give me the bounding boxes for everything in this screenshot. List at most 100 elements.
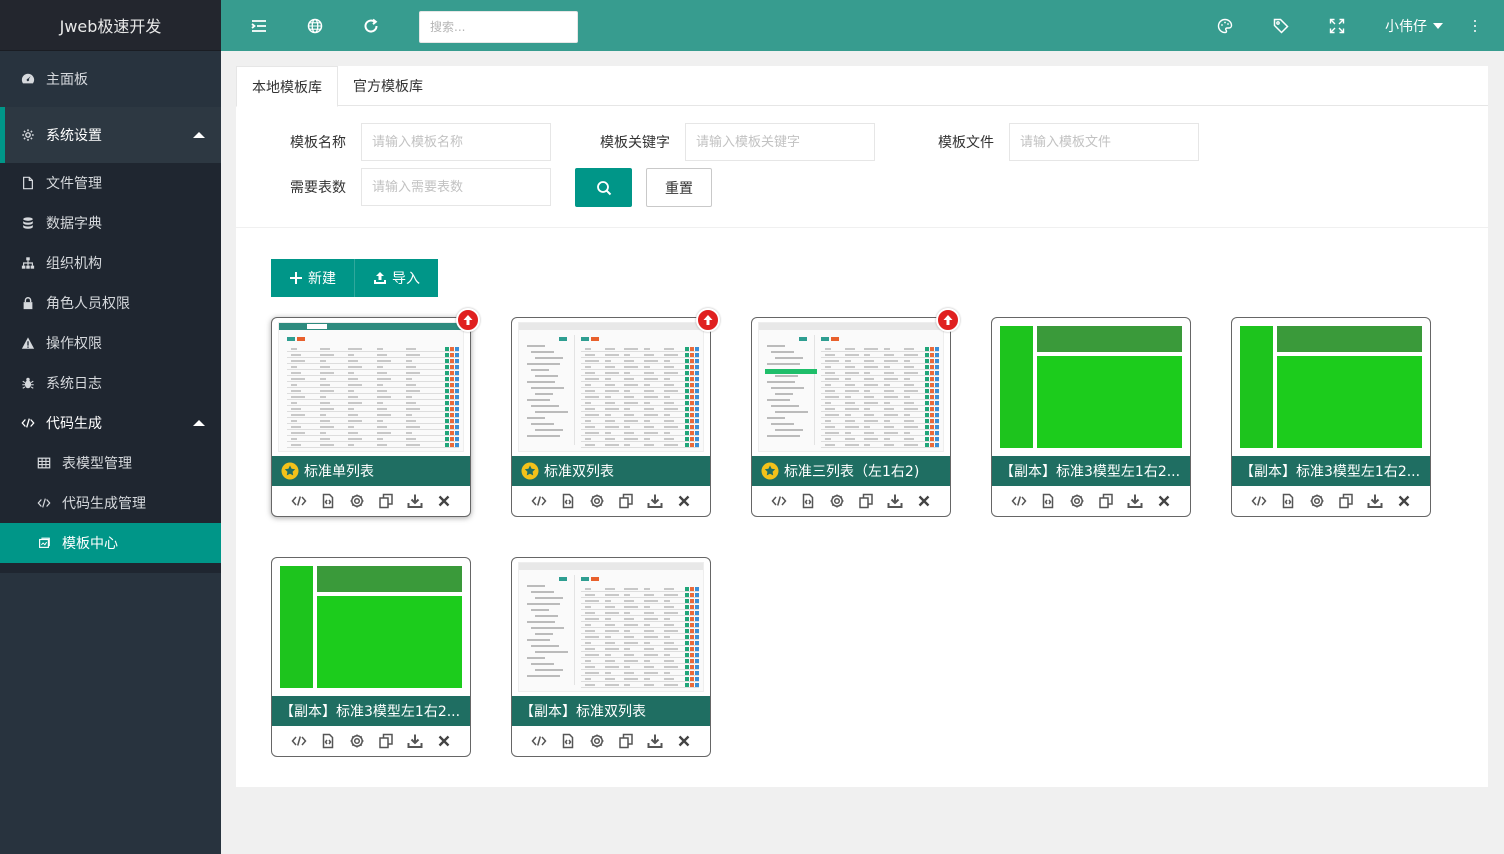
settings-button[interactable] (587, 492, 606, 511)
sidebar-item-table-model[interactable]: 表模型管理 (0, 443, 221, 483)
sidebar-item-template-center[interactable]: 模板中心 (0, 523, 221, 563)
upload-badge[interactable] (696, 308, 720, 332)
delete-button[interactable] (674, 492, 693, 511)
edit-code-button[interactable] (1278, 492, 1297, 511)
download-button[interactable] (645, 732, 664, 751)
copy-button[interactable] (616, 492, 635, 511)
copy-button[interactable] (856, 492, 875, 511)
view-code-button[interactable] (289, 732, 308, 751)
edit-code-button[interactable] (798, 492, 817, 511)
template-thumbnail[interactable] (752, 318, 950, 456)
settings-button[interactable] (347, 732, 366, 751)
edit-code-button[interactable] (318, 492, 337, 511)
template-card[interactable]: 标准单列表 (271, 308, 480, 517)
sidebar-item-role-permissions[interactable]: 角色人员权限 (0, 283, 221, 323)
copy-button[interactable] (376, 732, 395, 751)
delete-button[interactable] (1154, 492, 1173, 511)
view-code-button[interactable] (529, 732, 548, 751)
edit-code-button[interactable] (318, 732, 337, 751)
template-thumbnail[interactable] (992, 318, 1190, 456)
layout-main-block (317, 596, 462, 688)
code-file-icon (1042, 493, 1053, 509)
tab-official-templates[interactable]: 官方模板库 (338, 66, 438, 106)
sidebar-item-data-dictionary[interactable]: 数据字典 (0, 203, 221, 243)
edit-code-button[interactable] (558, 492, 577, 511)
search-input[interactable] (419, 11, 578, 43)
download-button[interactable] (405, 732, 424, 751)
sidebar-item-code-generation[interactable]: 代码生成 (0, 403, 221, 443)
import-template-button[interactable]: 导入 (354, 259, 438, 297)
user-menu[interactable]: 小伟仔 (1385, 0, 1443, 51)
template-card[interactable]: 标准双列表 (511, 308, 720, 517)
arrow-up-icon (943, 315, 953, 325)
sidebar-item-dashboard[interactable]: 主面板 (0, 51, 221, 107)
template-thumbnail[interactable] (272, 318, 470, 456)
template-title: 标准双列表 (544, 464, 614, 480)
settings-button[interactable] (827, 492, 846, 511)
download-button[interactable] (645, 492, 664, 511)
settings-icon (590, 494, 603, 508)
tab-local-templates[interactable]: 本地模板库 (236, 66, 338, 107)
edit-code-button[interactable] (1038, 492, 1057, 511)
download-button[interactable] (405, 492, 424, 511)
theme-button[interactable] (1205, 0, 1245, 51)
settings-button[interactable] (1307, 492, 1326, 511)
tag-button[interactable] (1261, 0, 1301, 51)
template-card[interactable]: 标准三列表（左1右2) (751, 308, 960, 517)
template-file-input[interactable] (1009, 123, 1199, 161)
template-thumbnail[interactable] (512, 558, 710, 696)
view-code-button[interactable] (289, 492, 308, 511)
delete-button[interactable] (434, 732, 453, 751)
delete-button[interactable] (914, 492, 933, 511)
template-thumbnail[interactable] (272, 558, 470, 696)
settings-button[interactable] (1067, 492, 1086, 511)
template-keyword-input[interactable] (685, 123, 875, 161)
language-button[interactable] (295, 0, 335, 51)
fullscreen-button[interactable] (1317, 0, 1357, 51)
upload-badge[interactable] (456, 308, 480, 332)
sidebar-item-operation-permissions[interactable]: 操作权限 (0, 323, 221, 363)
more-button[interactable] (1455, 0, 1495, 51)
sidebar-item-organization[interactable]: 组织机构 (0, 243, 221, 283)
tag-icon (1273, 18, 1289, 34)
view-code-button[interactable] (769, 492, 788, 511)
template-card[interactable]: 【副本】标准3模型左1右2... (271, 557, 471, 757)
sidebar-item-system-log[interactable]: 系统日志 (0, 363, 221, 403)
download-button[interactable] (1125, 492, 1144, 511)
settings-button[interactable] (347, 492, 366, 511)
table-count-input[interactable] (361, 168, 551, 206)
refresh-button[interactable] (351, 0, 391, 51)
app-logo[interactable]: Jweb极速开发 (0, 0, 221, 51)
sidebar-item-codegen-management[interactable]: 代码生成管理 (0, 483, 221, 523)
view-code-button[interactable] (1249, 492, 1268, 511)
download-button[interactable] (885, 492, 904, 511)
template-thumbnail[interactable] (1232, 318, 1430, 456)
view-code-button[interactable] (529, 492, 548, 511)
view-code-button[interactable] (1009, 492, 1028, 511)
sidebar-item-label: 文件管理 (46, 176, 102, 192)
copy-button[interactable] (376, 492, 395, 511)
template-card[interactable]: 【副本】标准双列表 (511, 557, 711, 757)
delete-button[interactable] (1394, 492, 1413, 511)
sidebar-item-file-management[interactable]: 文件管理 (0, 163, 221, 203)
search-button[interactable] (575, 168, 632, 207)
delete-button[interactable] (434, 492, 453, 511)
template-card[interactable]: 【副本】标准3模型左1右2... (1231, 317, 1431, 517)
copy-button[interactable] (1336, 492, 1355, 511)
template-card[interactable]: 【副本】标准3模型左1右2... (991, 317, 1191, 517)
settings-button[interactable] (587, 732, 606, 751)
template-name-input[interactable] (361, 123, 551, 161)
copy-button[interactable] (1096, 492, 1115, 511)
code-file-icon (802, 493, 813, 509)
download-button[interactable] (1365, 492, 1384, 511)
edit-code-button[interactable] (558, 732, 577, 751)
copy-button[interactable] (616, 732, 635, 751)
menu-toggle-button[interactable] (239, 0, 279, 51)
template-thumbnail[interactable] (512, 318, 710, 456)
reset-button[interactable]: 重置 (646, 168, 712, 207)
new-template-button[interactable]: 新建 (271, 259, 354, 297)
delete-button[interactable] (674, 732, 693, 751)
upload-badge[interactable] (936, 308, 960, 332)
sidebar-item-system-settings[interactable]: 系统设置 (0, 107, 221, 163)
template-title: 【副本】标准3模型左1右2... (280, 704, 461, 720)
